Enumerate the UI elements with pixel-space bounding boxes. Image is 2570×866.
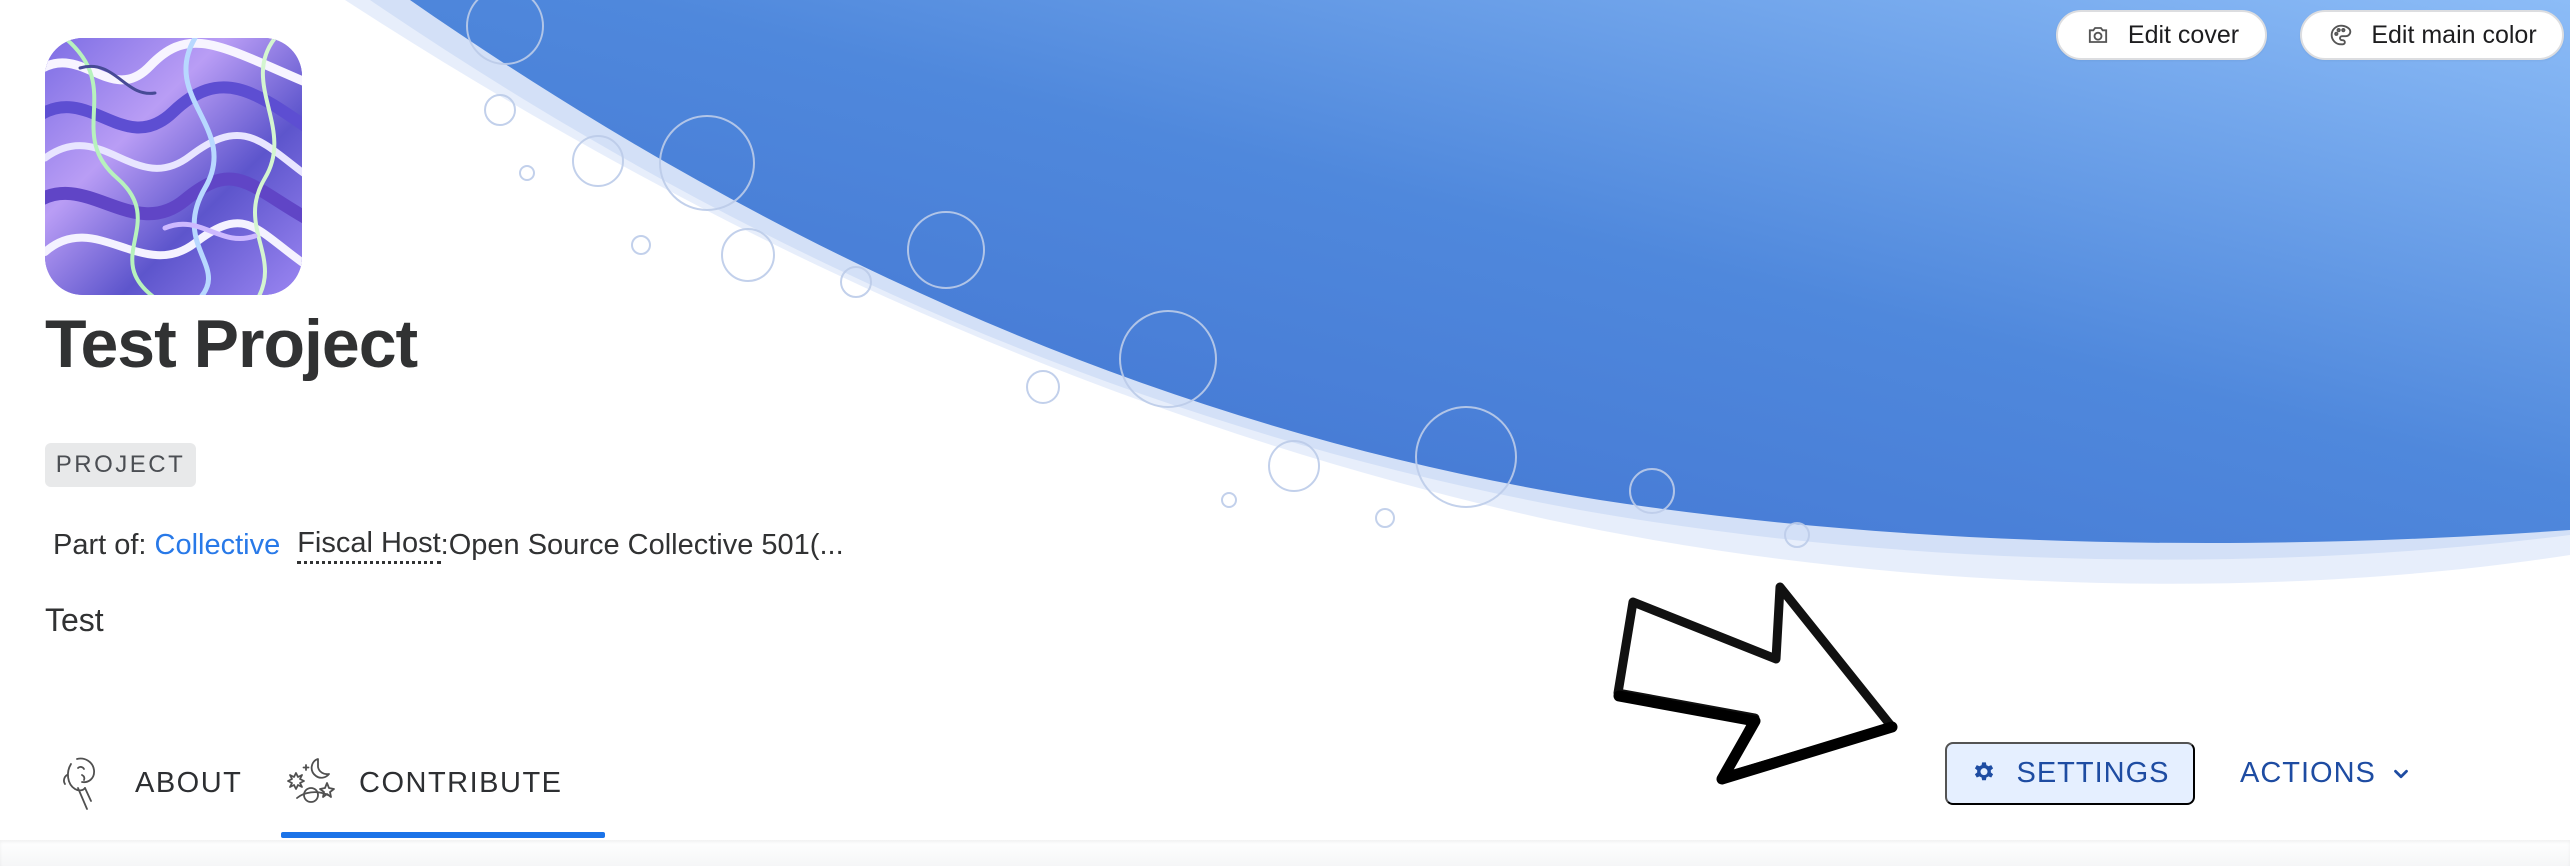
tab-contribute-label: CONTRIBUTE bbox=[359, 766, 563, 799]
fiscal-host-separator: : bbox=[440, 528, 449, 561]
actions-label: ACTIONS bbox=[2240, 757, 2376, 789]
edit-cover-label: Edit cover bbox=[2127, 20, 2240, 49]
collective-metadata: Part of: Collective Fiscal Host : Open S… bbox=[53, 525, 844, 565]
fiscal-host-name: Open Source Collective 501(... bbox=[448, 528, 844, 561]
about-icon bbox=[63, 757, 95, 810]
active-tab-indicator bbox=[281, 832, 605, 838]
fiscal-host-label[interactable]: Fiscal Host bbox=[297, 526, 441, 564]
page-bottom-shadow bbox=[0, 840, 2570, 866]
edit-main-color-button[interactable]: Edit main color bbox=[2300, 10, 2564, 60]
project-type-badge: PROJECT bbox=[45, 443, 196, 487]
palette-icon bbox=[2331, 24, 2352, 46]
abstract-marble-avatar-icon bbox=[45, 38, 302, 295]
settings-label: SETTINGS bbox=[2016, 757, 2170, 789]
project-avatar bbox=[45, 38, 302, 295]
tab-about[interactable]: ABOUT bbox=[57, 728, 263, 838]
contribute-icon bbox=[287, 758, 335, 803]
project-description: Test bbox=[45, 602, 104, 638]
parent-collective-link[interactable]: Collective bbox=[155, 529, 281, 562]
fiscal-host-info: Fiscal Host : Open Source Collective 501… bbox=[297, 526, 844, 564]
project-profile-page: Edit cover Edit main color Test Project … bbox=[0, 0, 2570, 866]
gear-icon bbox=[1975, 761, 1994, 780]
actions-dropdown-button[interactable]: ACTIONS bbox=[2240, 742, 2415, 805]
hand-drawn-arrow-icon bbox=[1613, 582, 1898, 785]
chevron-down-icon bbox=[2394, 769, 2408, 778]
camera-icon bbox=[2088, 27, 2108, 43]
project-title: Test Project bbox=[45, 306, 418, 382]
settings-button[interactable]: SETTINGS bbox=[1945, 742, 2195, 805]
tab-about-label: ABOUT bbox=[135, 766, 243, 799]
edit-main-color-label: Edit main color bbox=[2371, 20, 2537, 49]
edit-cover-button[interactable]: Edit cover bbox=[2056, 10, 2267, 60]
tab-contribute[interactable]: CONTRIBUTE bbox=[281, 728, 605, 838]
part-of-label: Part of: bbox=[53, 528, 147, 561]
